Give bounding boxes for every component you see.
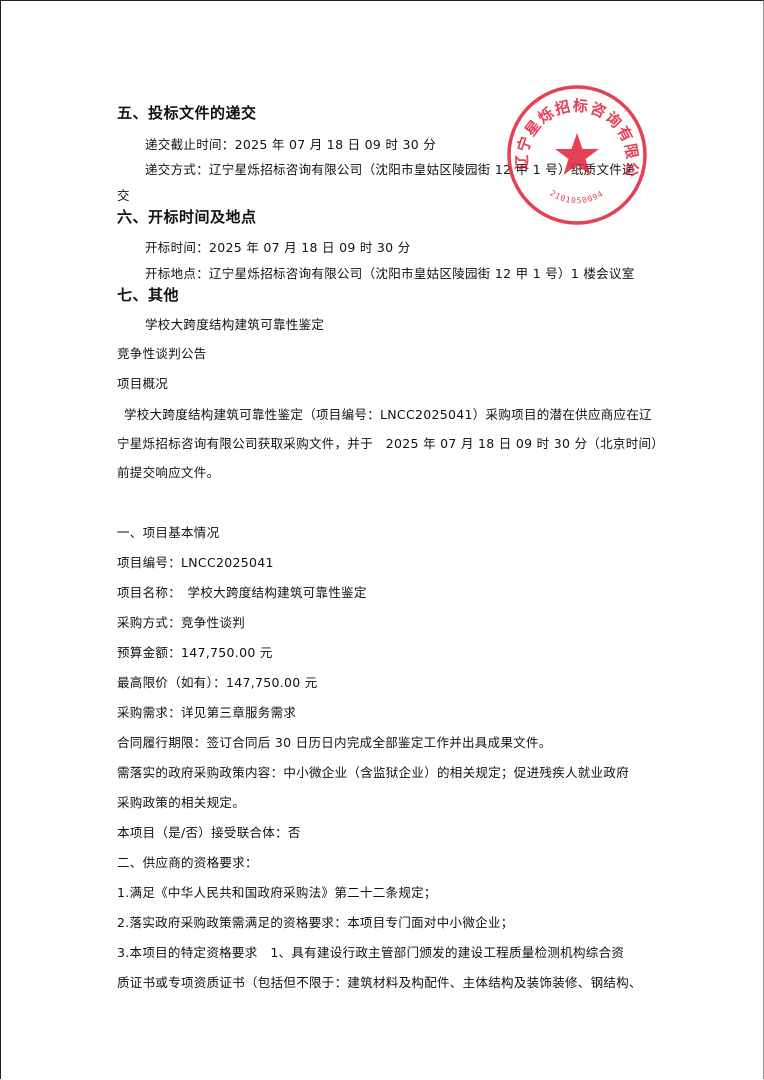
svg-text:2101050094: 2101050094 (548, 189, 605, 206)
project-number: 项目编号：LNCC2025041 (117, 555, 274, 570)
procurement-method: 采购方式：竞争性谈判 (117, 615, 246, 630)
section-6-heading: 六、开标时间及地点 (117, 208, 257, 226)
section-7-heading: 七、其他 (117, 286, 180, 304)
notice-title: 竞争性谈判公告 (117, 346, 207, 361)
opening-time: 开标时间：2025 年 07 月 18 日 09 时 30 分 (145, 240, 411, 255)
company-seal-icon: 辽宁星烁招标咨询有限公司 2101050094 (505, 83, 647, 225)
qualification-3: 3.本项目的特定资格要求 1、具有建设行政主管部门颁发的建设工程质量检测机构综合… (117, 945, 625, 960)
consortium: 本项目（是/否）接受联合体：否 (117, 825, 301, 840)
overview-line-2: 宁星烁招标咨询有限公司获取采购文件，并于 2025 年 07 月 18 日 09… (117, 436, 665, 451)
submission-deadline: 递交截止时间：2025 年 07 月 18 日 09 时 30 分 (145, 137, 437, 152)
procurement-requirements: 采购需求：详见第三章服务需求 (117, 705, 297, 720)
other-line: 学校大跨度结构建筑可靠性鉴定 (145, 317, 325, 332)
opening-place: 开标地点：辽宁星烁招标咨询有限公司（沈阳市皇姑区陵园街 12 甲 1 号）1 楼… (145, 266, 635, 281)
policy-line-2: 采购政策的相关规定。 (117, 795, 246, 810)
submission-method-cont: 交 (117, 188, 130, 203)
overview-line-3: 前提交响应文件。 (117, 465, 220, 480)
overview-line-1: 学校大跨度结构建筑可靠性鉴定（项目编号：LNCC2025041）采购项目的潜在供… (124, 407, 652, 422)
max-price: 最高限价（如有）：147,750.00 元 (117, 675, 318, 690)
basic-info-heading: 一、项目基本情况 (117, 525, 220, 540)
seal-code: 2101050094 (548, 189, 604, 206)
contract-period: 合同履行期限：签订合同后 30 日历日内完成全部鉴定工作并出具成果文件。 (117, 735, 552, 750)
qualification-heading: 二、供应商的资格要求： (117, 855, 258, 870)
policy-line-1: 需落实的政府采购政策内容：中小微企业（含监狱企业）的相关规定；促进残疾人就业政府 (117, 765, 630, 780)
budget-amount: 预算金额：147,750.00 元 (117, 645, 273, 660)
document-page: 五、投标文件的递交 递交截止时间：2025 年 07 月 18 日 09 时 3… (0, 0, 764, 1079)
qualification-1: 1.满足《中华人民共和国政府采购法》第二十二条规定； (117, 885, 437, 900)
qualification-3-cont: 质证书或专项资质证书（包括但不限于：建筑材料及构配件、主体结构及装饰装修、钢结构… (117, 975, 642, 990)
section-5-heading: 五、投标文件的递交 (117, 104, 257, 122)
qualification-2: 2.落实政府采购政策需满足的资格要求：本项目专门面对中小微企业； (117, 915, 514, 930)
project-overview-label: 项目概况 (117, 376, 169, 391)
project-name: 项目名称： 学校大跨度结构建筑可靠性鉴定 (117, 585, 367, 600)
